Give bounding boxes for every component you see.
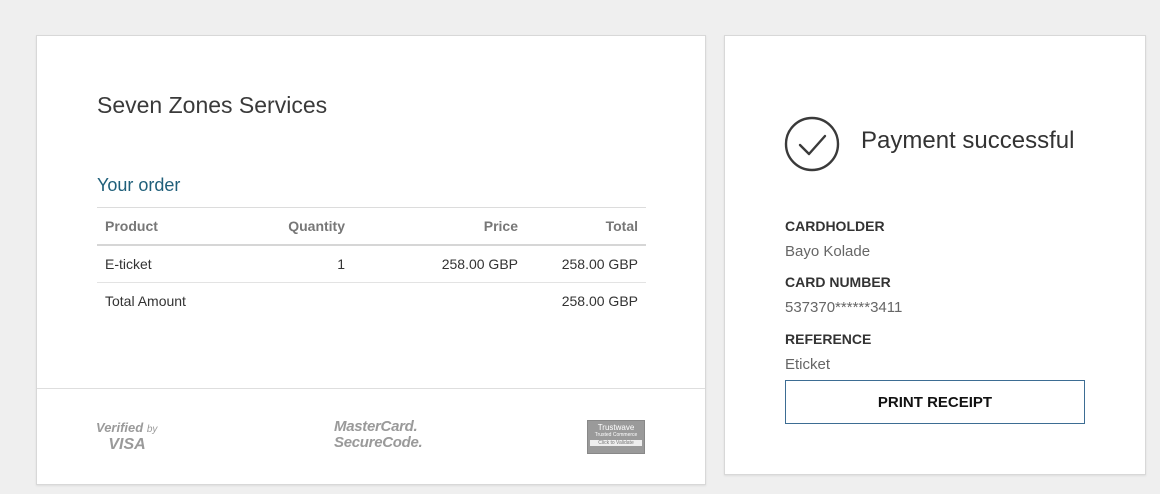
total-row: Total Amount 258.00 GBP: [97, 283, 646, 320]
cardholder-label: CARDHOLDER: [785, 218, 885, 234]
total-amount: 258.00 GBP: [561, 293, 638, 309]
empty-cell: [233, 283, 353, 320]
product-cell: E-ticket: [97, 245, 233, 283]
reference-label: REFERENCE: [785, 331, 872, 347]
payment-card: Payment successful CARDHOLDER Bayo Kolad…: [724, 35, 1146, 475]
empty-cell: [353, 283, 526, 320]
verified-by-visa-logo: Verified by VISA: [96, 420, 158, 453]
order-table: Product Quantity Price Total E-ticket 1 …: [97, 207, 646, 319]
total-cell: 258.00 GBP: [526, 245, 646, 283]
order-card: Seven Zones Services Your order Product …: [36, 35, 706, 485]
merchant-name: Seven Zones Services: [97, 92, 328, 118]
table-row: E-ticket 1 258.00 GBP 258.00 GBP: [97, 245, 646, 283]
check-circle-icon: [784, 116, 840, 172]
column-header-total: Total: [526, 207, 646, 246]
order-table-header: Product Quantity Price Total: [97, 207, 646, 246]
trustwave-seal[interactable]: Trustwave Trusted Commerce Click to Vali…: [587, 420, 645, 454]
cardholder-value: Bayo Kolade: [785, 243, 871, 260]
card-number-value: 537370******3411: [785, 299, 903, 316]
mastercard-securecode-logo: MasterCard. SecureCode.: [334, 418, 423, 451]
divider: [37, 388, 705, 389]
reference-value: Eticket: [785, 356, 831, 373]
card-number-label: CARD NUMBER: [785, 274, 891, 290]
total-label: Total Amount: [105, 293, 186, 309]
column-header-price: Price: [353, 207, 526, 246]
price-cell: 258.00 GBP: [353, 245, 526, 283]
payment-status: Payment successful: [861, 127, 1075, 154]
column-header-quantity: Quantity: [233, 207, 353, 246]
order-heading: Your order: [97, 175, 181, 195]
print-receipt-button[interactable]: PRINT RECEIPT: [785, 380, 1085, 424]
quantity-cell: 1: [233, 245, 353, 283]
column-header-product: Product: [97, 207, 233, 246]
